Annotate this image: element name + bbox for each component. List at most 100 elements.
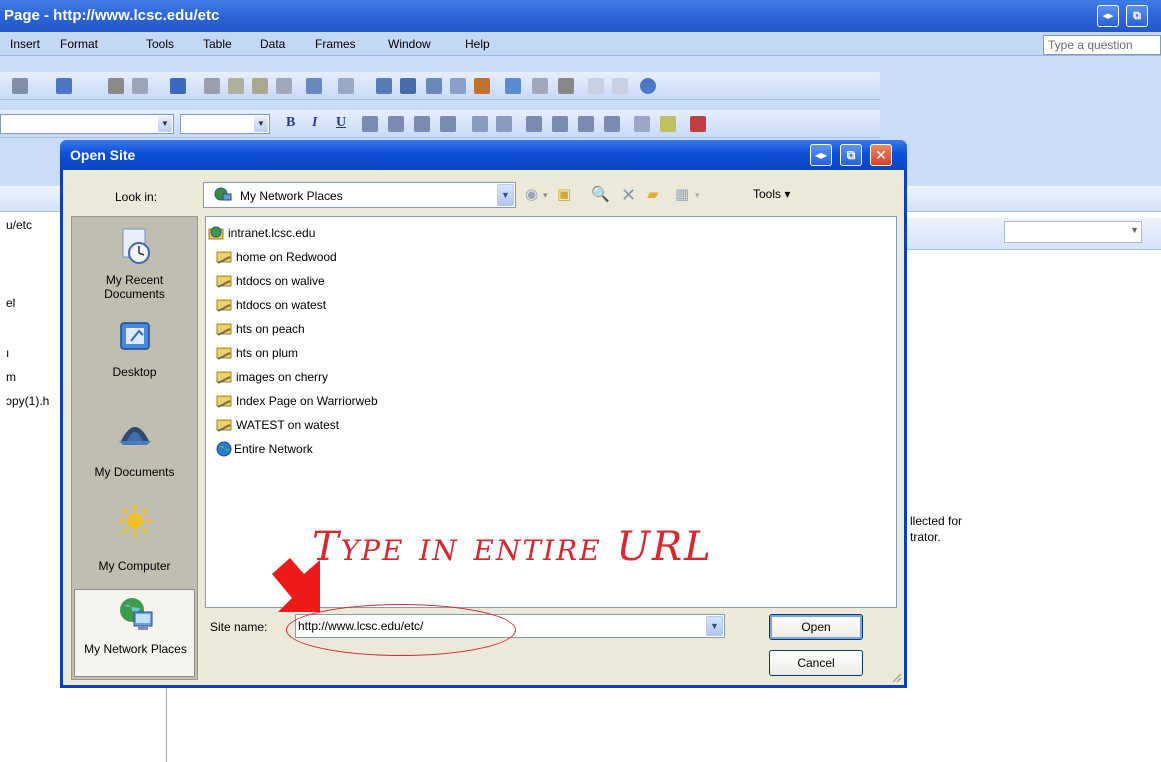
back-icon[interactable]: ◉ bbox=[525, 184, 538, 206]
tools-menu-button[interactable]: Tools ▾ bbox=[753, 187, 790, 201]
help-icon[interactable] bbox=[640, 78, 656, 94]
folder-list-item: u/etc bbox=[6, 218, 33, 232]
increase-font-icon[interactable] bbox=[472, 116, 488, 132]
underline-icon[interactable]: U bbox=[336, 115, 346, 131]
place-label: Desktop bbox=[112, 365, 157, 379]
look-in-value: My Network Places bbox=[240, 189, 343, 203]
close-icon[interactable]: ✕ bbox=[870, 144, 892, 166]
print-icon[interactable] bbox=[108, 78, 124, 94]
stop-icon[interactable] bbox=[558, 78, 574, 94]
cut-icon[interactable] bbox=[204, 78, 220, 94]
redo-icon[interactable] bbox=[338, 78, 354, 94]
chevron-down-icon[interactable]: ▼ bbox=[158, 116, 172, 132]
insert-table-icon[interactable] bbox=[400, 78, 416, 94]
menu-frames[interactable]: Frames bbox=[315, 37, 356, 51]
anchor-icon[interactable] bbox=[612, 78, 628, 94]
chevron-down-icon[interactable]: ▼ bbox=[254, 116, 268, 132]
new-folder-icon[interactable]: ▰ bbox=[647, 184, 659, 206]
decrease-indent-icon[interactable] bbox=[578, 116, 594, 132]
format-painter-icon[interactable] bbox=[276, 78, 292, 94]
search-web-icon[interactable]: 🔍 bbox=[591, 184, 610, 206]
align-right-icon[interactable] bbox=[414, 116, 430, 132]
paste-icon[interactable] bbox=[252, 78, 268, 94]
undo-icon[interactable] bbox=[306, 78, 322, 94]
place-label: My Computer bbox=[98, 559, 171, 573]
refresh-icon[interactable] bbox=[532, 78, 548, 94]
network-places-icon bbox=[214, 187, 232, 201]
network-share-icon bbox=[216, 299, 232, 312]
places-bar: My Recent Documents Desktop My Documents bbox=[71, 216, 198, 680]
globe-icon bbox=[216, 441, 232, 457]
app-title-bar: Page - http://www.lcsc.edu/etc ◂▸ ⧉ bbox=[0, 0, 1161, 32]
menu-insert[interactable]: Insert bbox=[10, 37, 40, 51]
my-computer-icon bbox=[119, 505, 151, 537]
justify-icon[interactable] bbox=[440, 116, 456, 132]
font-color-icon[interactable] bbox=[690, 116, 706, 132]
insert-picture-icon[interactable] bbox=[450, 78, 466, 94]
chevron-down-icon[interactable]: ▾ bbox=[695, 184, 700, 206]
resize-grip-icon[interactable] bbox=[890, 671, 902, 683]
new-page-icon[interactable] bbox=[56, 78, 72, 94]
numbering-icon[interactable] bbox=[526, 116, 542, 132]
list-item-label: WATEST on watest bbox=[236, 418, 340, 432]
italic-icon[interactable]: I bbox=[312, 115, 317, 131]
preview-icon[interactable] bbox=[132, 78, 148, 94]
increase-indent-icon[interactable] bbox=[604, 116, 620, 132]
decrease-font-icon[interactable] bbox=[496, 116, 512, 132]
list-item-label: hts on plum bbox=[236, 346, 299, 360]
align-center-icon[interactable] bbox=[388, 116, 404, 132]
dialog-body: Look in: My Network Places ▼ ◉ ▾ ▣ 🔍 ✕ ▰… bbox=[63, 170, 904, 685]
menu-window[interactable]: Window bbox=[388, 37, 431, 51]
maximize-icon[interactable]: ⧉ bbox=[1126, 5, 1148, 27]
place-my-computer[interactable]: My Computer bbox=[74, 497, 195, 585]
insert-web-component-icon[interactable] bbox=[376, 78, 392, 94]
network-share-icon bbox=[216, 371, 232, 384]
highlight-icon[interactable] bbox=[660, 116, 676, 132]
hyperlink-icon[interactable] bbox=[505, 78, 521, 94]
place-desktop[interactable]: Desktop bbox=[74, 313, 195, 401]
place-my-network-places[interactable]: My Network Places bbox=[74, 589, 195, 677]
chevron-down-icon[interactable]: ▼ bbox=[706, 616, 723, 636]
question-input[interactable]: Type a question bbox=[1043, 35, 1161, 55]
bullets-icon[interactable] bbox=[552, 116, 568, 132]
menu-format[interactable]: Format bbox=[60, 37, 98, 51]
chevron-down-icon[interactable]: ▼ bbox=[1130, 225, 1139, 235]
network-share-icon bbox=[216, 323, 232, 336]
network-share-icon bbox=[216, 275, 232, 288]
borders-icon[interactable] bbox=[634, 116, 650, 132]
right-combo[interactable]: ▼ bbox=[1004, 221, 1142, 243]
print-preview-icon[interactable] bbox=[12, 78, 28, 94]
network-places-icon bbox=[120, 598, 153, 630]
list-item-label: intranet.lcsc.edu bbox=[228, 226, 316, 240]
list-item-label: Entire Network bbox=[234, 442, 313, 456]
menu-help[interactable]: Help bbox=[465, 37, 490, 51]
chevron-down-icon[interactable]: ▼ bbox=[497, 184, 514, 206]
up-folder-icon[interactable]: ▣ bbox=[557, 184, 571, 206]
drawing-icon[interactable] bbox=[474, 78, 490, 94]
delete-icon[interactable]: ✕ bbox=[621, 184, 636, 206]
menu-table[interactable]: Table bbox=[203, 37, 232, 51]
look-in-combo[interactable]: My Network Places ▼ bbox=[203, 182, 516, 208]
list-item-label: Index Page on Warriorweb bbox=[236, 394, 378, 408]
restore-icon[interactable]: ◂▸ bbox=[1097, 5, 1119, 27]
insert-layer-icon[interactable] bbox=[426, 78, 442, 94]
bold-icon[interactable]: B bbox=[286, 115, 295, 131]
align-left-icon[interactable] bbox=[362, 116, 378, 132]
open-button[interactable]: Open bbox=[769, 614, 863, 640]
style-combo[interactable]: ▼ bbox=[0, 114, 174, 134]
spelling-icon[interactable] bbox=[170, 78, 186, 94]
menu-tools[interactable]: Tools bbox=[146, 37, 174, 51]
font-combo[interactable]: ▼ bbox=[180, 114, 270, 134]
views-icon[interactable]: ▦ bbox=[675, 184, 689, 206]
cancel-button[interactable]: Cancel bbox=[769, 650, 863, 676]
red-arrow-icon bbox=[272, 558, 320, 612]
place-my-documents[interactable]: My Documents bbox=[74, 405, 195, 493]
maximize-icon[interactable]: ⧉ bbox=[840, 144, 862, 166]
menu-data[interactable]: Data bbox=[260, 37, 285, 51]
page-body-text: llected for bbox=[910, 514, 963, 528]
restore-icon[interactable]: ◂▸ bbox=[810, 144, 832, 166]
chevron-down-icon[interactable]: ▾ bbox=[543, 184, 548, 206]
copy-icon[interactable] bbox=[228, 78, 244, 94]
place-my-recent-documents[interactable]: My Recent Documents bbox=[74, 221, 195, 309]
paragraph-icon[interactable] bbox=[588, 78, 604, 94]
